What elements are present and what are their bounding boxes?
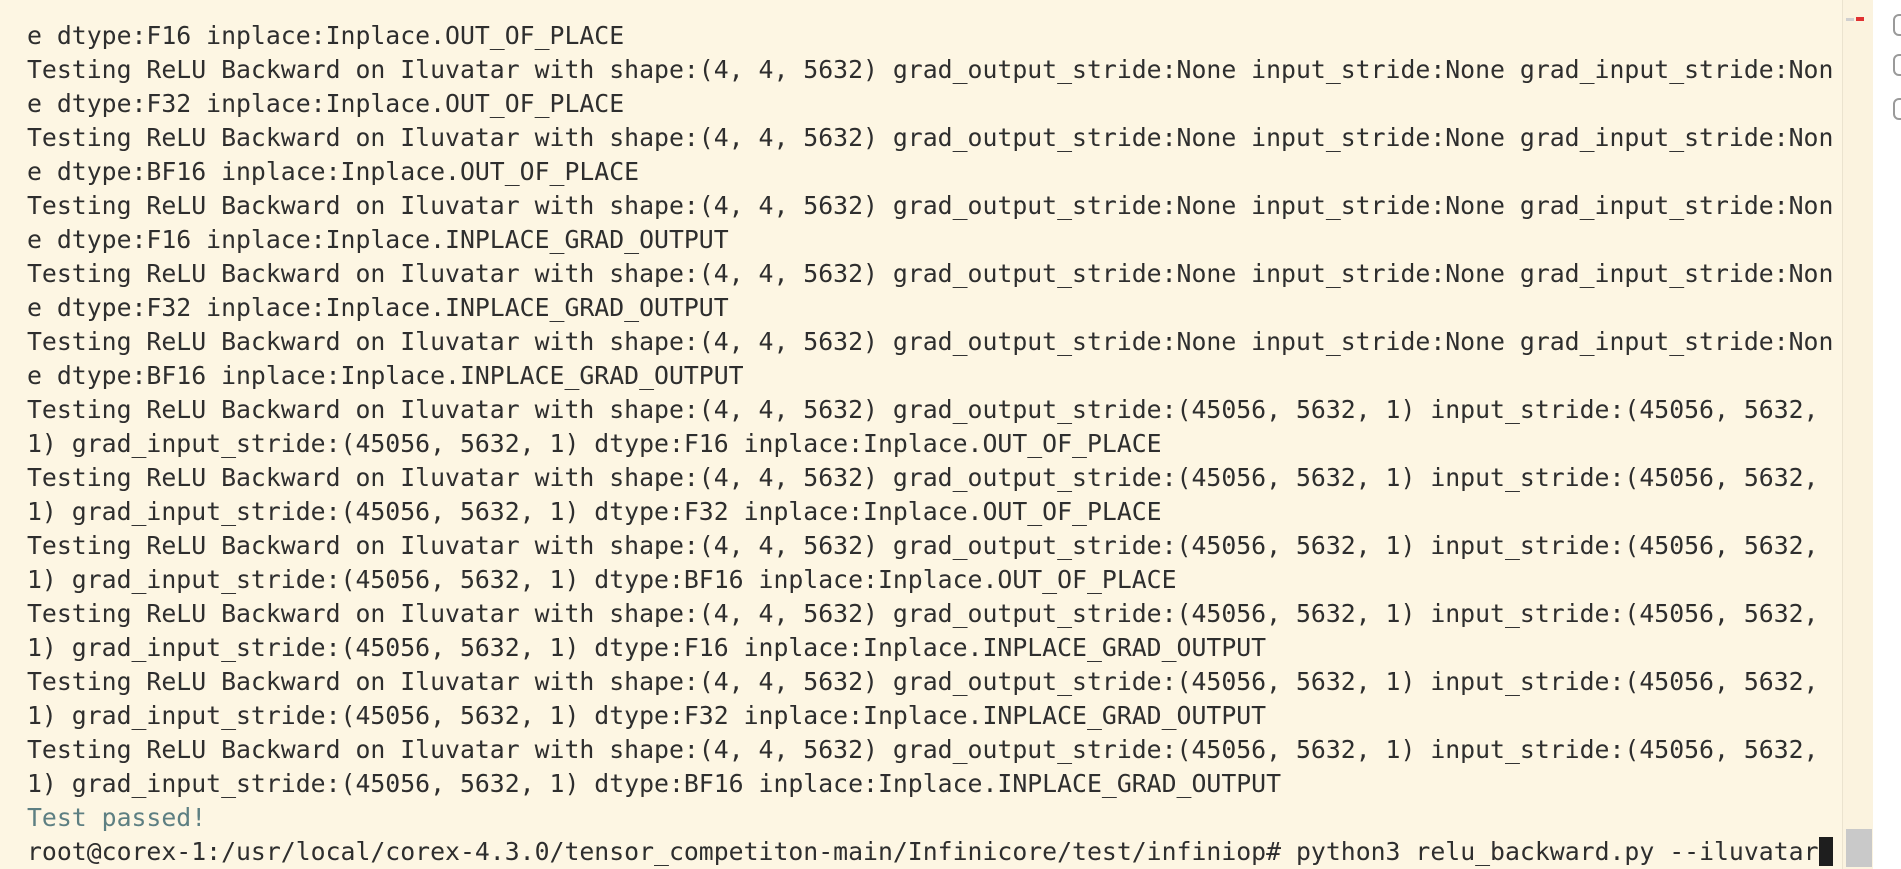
output-line: e dtype:F16 inplace:Inplace.OUT_OF_PLACE [27,21,625,50]
output-line: e dtype:F16 inplace:Inplace.INPLACE_GRAD… [27,225,729,254]
test-status-line: Test passed! [27,803,207,832]
output-line: Testing ReLU Backward on Iluvatar with s… [27,259,1834,288]
output-line: Testing ReLU Backward on Iluvatar with s… [27,531,1819,560]
output-line: Testing ReLU Backward on Iluvatar with s… [27,667,1819,696]
output-line: Testing ReLU Backward on Iluvatar with s… [27,463,1819,492]
shell-prompt: root@corex-1:/usr/local/corex-4.3.0/tens… [27,837,1282,866]
output-line: Testing ReLU Backward on Iluvatar with s… [27,327,1834,356]
side-panel [1873,0,1901,869]
output-line: e dtype:F32 inplace:Inplace.OUT_OF_PLACE [27,89,625,118]
output-line: e dtype:BF16 inplace:Inplace.OUT_OF_PLAC… [27,157,640,186]
output-line: Testing ReLU Backward on Iluvatar with s… [27,123,1834,152]
scroll-error-marker [1856,17,1864,21]
side-panel-button[interactable] [1893,14,1901,36]
terminal-window[interactable]: e dtype:F16 inplace:Inplace.OUT_OF_PLACE… [0,0,1901,869]
output-line: Testing ReLU Backward on Iluvatar with s… [27,395,1819,424]
side-panel-button[interactable] [1893,54,1901,76]
output-line: e dtype:BF16 inplace:Inplace.INPLACE_GRA… [27,361,744,390]
output-line: 1) grad_input_stride:(45056, 5632, 1) dt… [27,769,1282,798]
command-input[interactable]: python3 relu_backward.py --iluvatar [1296,837,1819,866]
output-line: Testing ReLU Backward on Iluvatar with s… [27,191,1834,220]
scroll-marker [1846,18,1854,21]
output-line: Testing ReLU Backward on Iluvatar with s… [27,599,1819,628]
output-line: 1) grad_input_stride:(45056, 5632, 1) dt… [27,701,1267,730]
output-line: Testing ReLU Backward on Iluvatar with s… [27,55,1834,84]
terminal-output[interactable]: e dtype:F16 inplace:Inplace.OUT_OF_PLACE… [27,19,1839,869]
prompt-line[interactable]: root@corex-1:/usr/local/corex-4.3.0/tens… [27,835,1839,869]
output-line: 1) grad_input_stride:(45056, 5632, 1) dt… [27,429,1162,458]
output-line: Testing ReLU Backward on Iluvatar with s… [27,735,1819,764]
text-cursor [1818,837,1833,866]
side-panel-button[interactable] [1893,98,1901,120]
output-line: 1) grad_input_stride:(45056, 5632, 1) dt… [27,497,1162,526]
output-line: e dtype:F32 inplace:Inplace.INPLACE_GRAD… [27,293,729,322]
output-line: 1) grad_input_stride:(45056, 5632, 1) dt… [27,633,1267,662]
output-line: 1) grad_input_stride:(45056, 5632, 1) dt… [27,565,1177,594]
scrollbar-thumb[interactable] [1846,829,1872,867]
vertical-scrollbar[interactable] [1842,0,1873,869]
